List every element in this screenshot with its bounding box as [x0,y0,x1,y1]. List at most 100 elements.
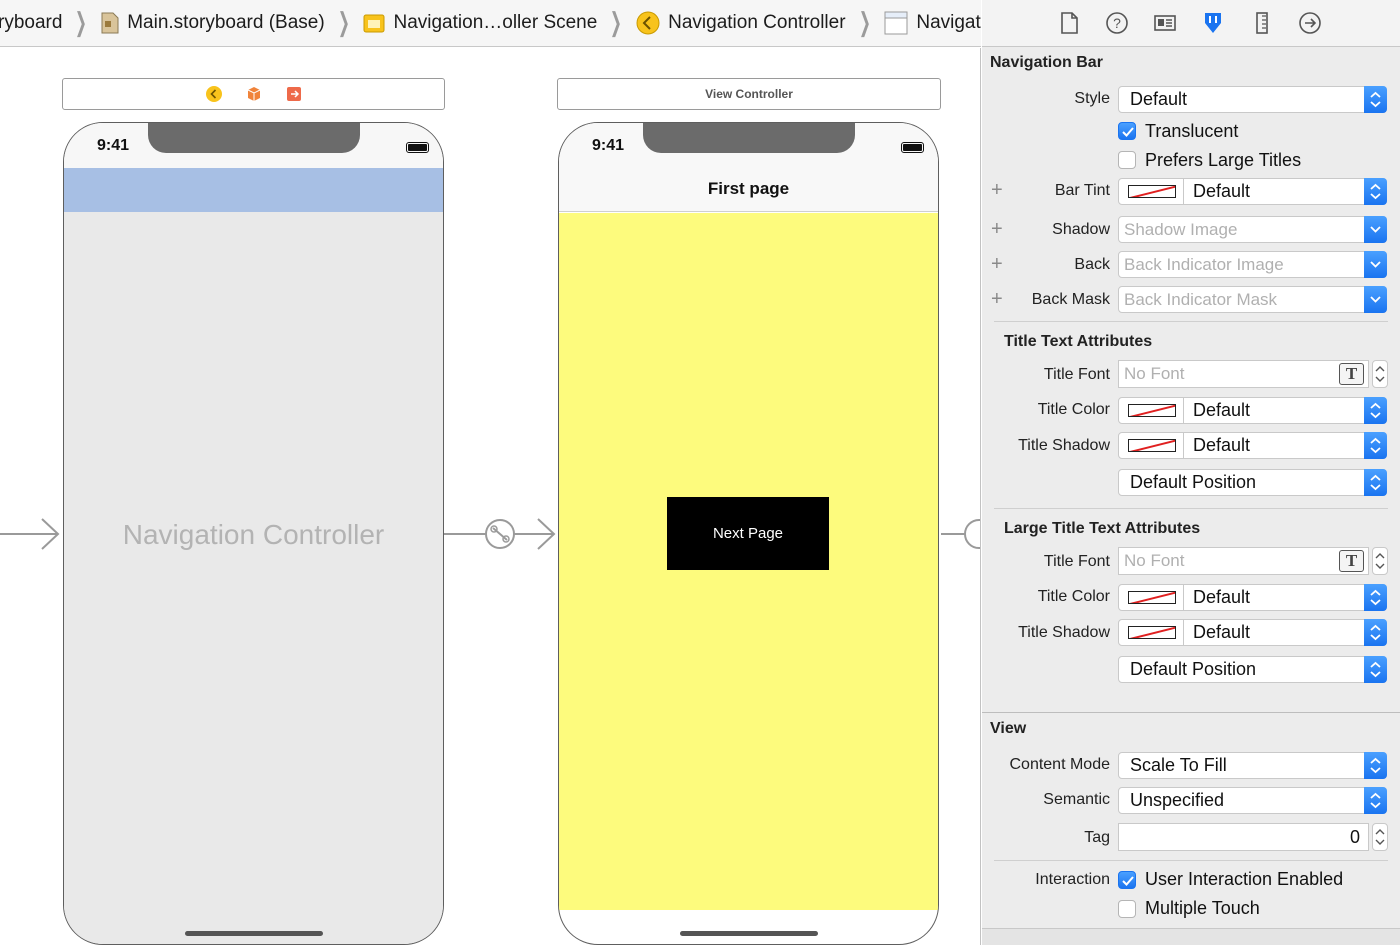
divider [994,321,1388,322]
section-title-navigation-bar: Navigation Bar [990,54,1103,71]
large-title-shadow-popup[interactable]: Default [1118,619,1387,646]
content-mode-popup[interactable]: Scale To Fill [1118,752,1387,779]
plus-icon[interactable]: + [991,218,1003,241]
battery-icon [901,142,924,153]
storyboard-canvas[interactable]: 9:41 Navigation Controller View Controll… [0,48,981,945]
semantic-popup[interactable]: Unspecified [1118,787,1387,814]
title-shadow-popup[interactable]: Default [1118,432,1387,459]
prefers-large-titles-checkbox[interactable] [1118,151,1136,169]
attributes-inspector: ? Navigation Bar Style Default Transluce… [982,0,1400,945]
entry-point-arrow-icon[interactable] [0,516,64,552]
navigation-controller-device[interactable]: 9:41 Navigation Controller [63,122,444,945]
navigation-controller-icon[interactable] [205,85,223,103]
large-title-font-field[interactable]: No Font T [1118,547,1369,575]
style-popup[interactable]: Default [1118,86,1387,113]
large-title-font-stepper[interactable] [1372,547,1388,575]
back-label: Back [1074,256,1110,273]
plus-icon[interactable]: + [991,179,1003,202]
breadcrumb-item-storyboard[interactable]: ryboard [0,0,62,46]
title-font-value: No Font [1124,364,1185,383]
nav-bar-title[interactable]: First page [559,179,938,199]
view-controller-scene-bar[interactable]: View Controller [557,78,941,110]
title-font-stepper[interactable] [1372,360,1388,388]
content-mode-label: Content Mode [1009,756,1110,773]
color-swatch [1128,404,1176,417]
scene-bar-title: View Controller [705,87,793,101]
back-indicator-combo[interactable]: Back Indicator Image [1118,251,1387,278]
home-indicator [680,931,818,936]
user-interaction-enabled-label: User Interaction Enabled [1145,869,1344,889]
status-time: 9:41 [592,137,625,154]
exit-icon[interactable] [285,85,303,103]
content-mode-value: Scale To Fill [1130,755,1227,775]
scene-icon [363,14,385,33]
breadcrumb: ryboard ❯ Main.storyboard (Base) ❯ Navig… [0,0,981,47]
title-shadow-position-popup[interactable]: Default Position [1118,469,1387,496]
breadcrumb-item-main-storyboard[interactable]: Main.storyboard (Base) [101,0,325,46]
segue-connection[interactable] [444,514,560,554]
plus-icon[interactable]: + [991,288,1003,311]
library-bar [982,928,1400,945]
chevron-right-icon: ❯ [337,8,350,38]
attributes-inspector-icon[interactable] [1201,11,1225,35]
font-picker-icon[interactable]: T [1339,363,1364,385]
large-title-shadow-value: Default [1193,622,1251,642]
shadow-image-combo[interactable]: Shadow Image [1118,216,1387,243]
identity-inspector-icon[interactable] [1153,11,1177,35]
multiple-touch-checkbox[interactable] [1118,900,1136,918]
user-interaction-enabled-checkbox[interactable] [1118,871,1136,889]
title-color-popup[interactable]: Default [1118,397,1387,424]
next-page-button[interactable]: Next Page [667,497,829,570]
tag-label: Tag [1084,829,1110,846]
back-indicator-placeholder: Back Indicator Image [1124,255,1284,274]
popup-chevron-icon [1364,787,1387,814]
section-title-view: View [990,720,1027,737]
tag-stepper[interactable] [1372,823,1388,851]
breadcrumb-item-navigation-bar[interactable]: Navigation Bar [884,0,981,46]
size-inspector-icon[interactable] [1250,11,1274,35]
quick-help-icon[interactable]: ? [1105,11,1129,35]
breadcrumb-item-scene[interactable]: Navigation…oller Scene [363,0,597,46]
first-responder-icon[interactable] [245,85,263,103]
connections-inspector-icon[interactable] [1298,11,1322,35]
breadcrumb-label: Main.storyboard (Base) [127,12,325,33]
large-title-shadow-position-popup[interactable]: Default Position [1118,656,1387,683]
large-title-color-popup[interactable]: Default [1118,584,1387,611]
title-color-label: Title Color [1037,401,1110,418]
back-mask-placeholder: Back Indicator Mask [1124,290,1278,309]
color-swatch [1128,626,1176,639]
outgoing-segue-icon[interactable] [941,516,981,552]
color-swatch [1128,185,1176,198]
translucent-checkbox[interactable] [1118,122,1136,140]
bar-tint-popup[interactable]: Default [1118,178,1387,205]
popup-chevron-icon [1364,619,1387,646]
tag-field[interactable]: 0 [1118,823,1369,851]
scene-placeholder-title: Navigation Controller [122,519,385,550]
font-picker-icon[interactable]: T [1339,550,1364,572]
navigation-controller-icon [636,11,660,35]
file-inspector-icon[interactable] [1057,11,1081,35]
home-indicator [185,931,323,936]
large-title-color-value: Default [1193,587,1251,607]
storyboard-file-icon [101,12,119,34]
section-title-large-title-text-attributes: Large Title Text Attributes [1004,520,1201,537]
semantic-label: Semantic [1043,791,1110,808]
title-font-field[interactable]: No Font T [1118,360,1369,388]
translucent-label: Translucent [1145,121,1239,141]
popup-chevron-icon [1364,656,1387,683]
device-notch [148,123,360,153]
section-title-title-text-attributes: Title Text Attributes [1004,333,1153,350]
breadcrumb-item-navigation-controller[interactable]: Navigation Controller [636,0,846,46]
color-swatch [1128,439,1176,452]
back-mask-combo[interactable]: Back Indicator Mask [1118,286,1387,313]
view-controller-device[interactable]: 9:41 First page Next Page [558,122,939,945]
chevron-right-icon: ❯ [75,8,88,38]
navigation-bar[interactable] [64,168,443,212]
style-value: Default [1130,89,1188,109]
popup-chevron-icon [1364,469,1387,496]
chevron-down-icon [1364,251,1387,278]
plus-icon[interactable]: + [991,253,1003,276]
semantic-value: Unspecified [1130,790,1225,810]
nav-controller-scene-bar[interactable] [62,78,445,110]
chevron-down-icon [1364,216,1387,243]
